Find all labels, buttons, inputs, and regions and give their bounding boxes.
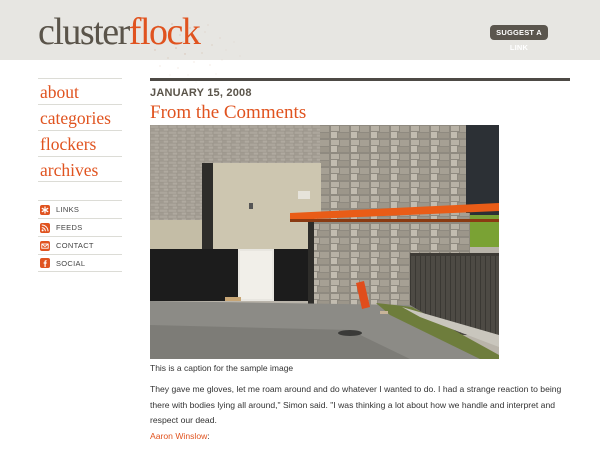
subnav-item-feeds[interactable]: FEEDS bbox=[38, 218, 122, 236]
image-caption: This is a caption for the sample image bbox=[150, 363, 294, 373]
nav-item-categories[interactable]: categories bbox=[38, 104, 122, 130]
subnav-item-links[interactable]: LINKS bbox=[38, 200, 122, 218]
post-body: They gave me gloves, let me roam around … bbox=[150, 384, 562, 425]
site-logo[interactable]: clusterflock bbox=[38, 11, 201, 53]
author-suffix: : bbox=[207, 431, 210, 441]
post-divider bbox=[150, 78, 570, 81]
main-nav: about categories flockers archives bbox=[38, 78, 122, 182]
subnav-label-social: SOCIAL bbox=[56, 258, 86, 268]
facebook-icon bbox=[40, 258, 50, 268]
nav-item-about[interactable]: about bbox=[38, 78, 122, 104]
mail-icon bbox=[40, 240, 50, 251]
subnav-item-contact[interactable]: CONTACT bbox=[38, 236, 122, 254]
suggest-link-button[interactable]: SUGGEST A LINK bbox=[490, 25, 548, 52]
asterisk-icon bbox=[40, 204, 50, 215]
subnav-label-contact: CONTACT bbox=[56, 241, 94, 250]
site-header: clusterflock SUGGEST A LINK bbox=[0, 0, 600, 83]
nav-item-flockers[interactable]: flockers bbox=[38, 130, 122, 156]
rss-icon bbox=[40, 222, 50, 233]
subnav-label-links: LINKS bbox=[56, 205, 80, 214]
post-image bbox=[150, 125, 499, 359]
comment-author: Aaron Winslow: bbox=[150, 431, 210, 441]
subnav-label-feeds: FEEDS bbox=[56, 223, 83, 232]
subnav-item-social[interactable]: SOCIAL bbox=[38, 254, 122, 272]
logo-cluster: cluster bbox=[38, 11, 130, 53]
post-date: JANUARY 15, 2008 bbox=[150, 87, 252, 99]
logo-flock: flock bbox=[128, 11, 201, 53]
post: JANUARY 15, 2008 From the Comments This … bbox=[150, 78, 570, 441]
author-link[interactable]: Aaron Winslow bbox=[150, 431, 207, 441]
post-title[interactable]: From the Comments bbox=[150, 102, 570, 124]
sub-nav: LINKS FEEDS CONTACT SOCIAL bbox=[38, 200, 122, 272]
nav-item-archives[interactable]: archives bbox=[38, 156, 122, 182]
